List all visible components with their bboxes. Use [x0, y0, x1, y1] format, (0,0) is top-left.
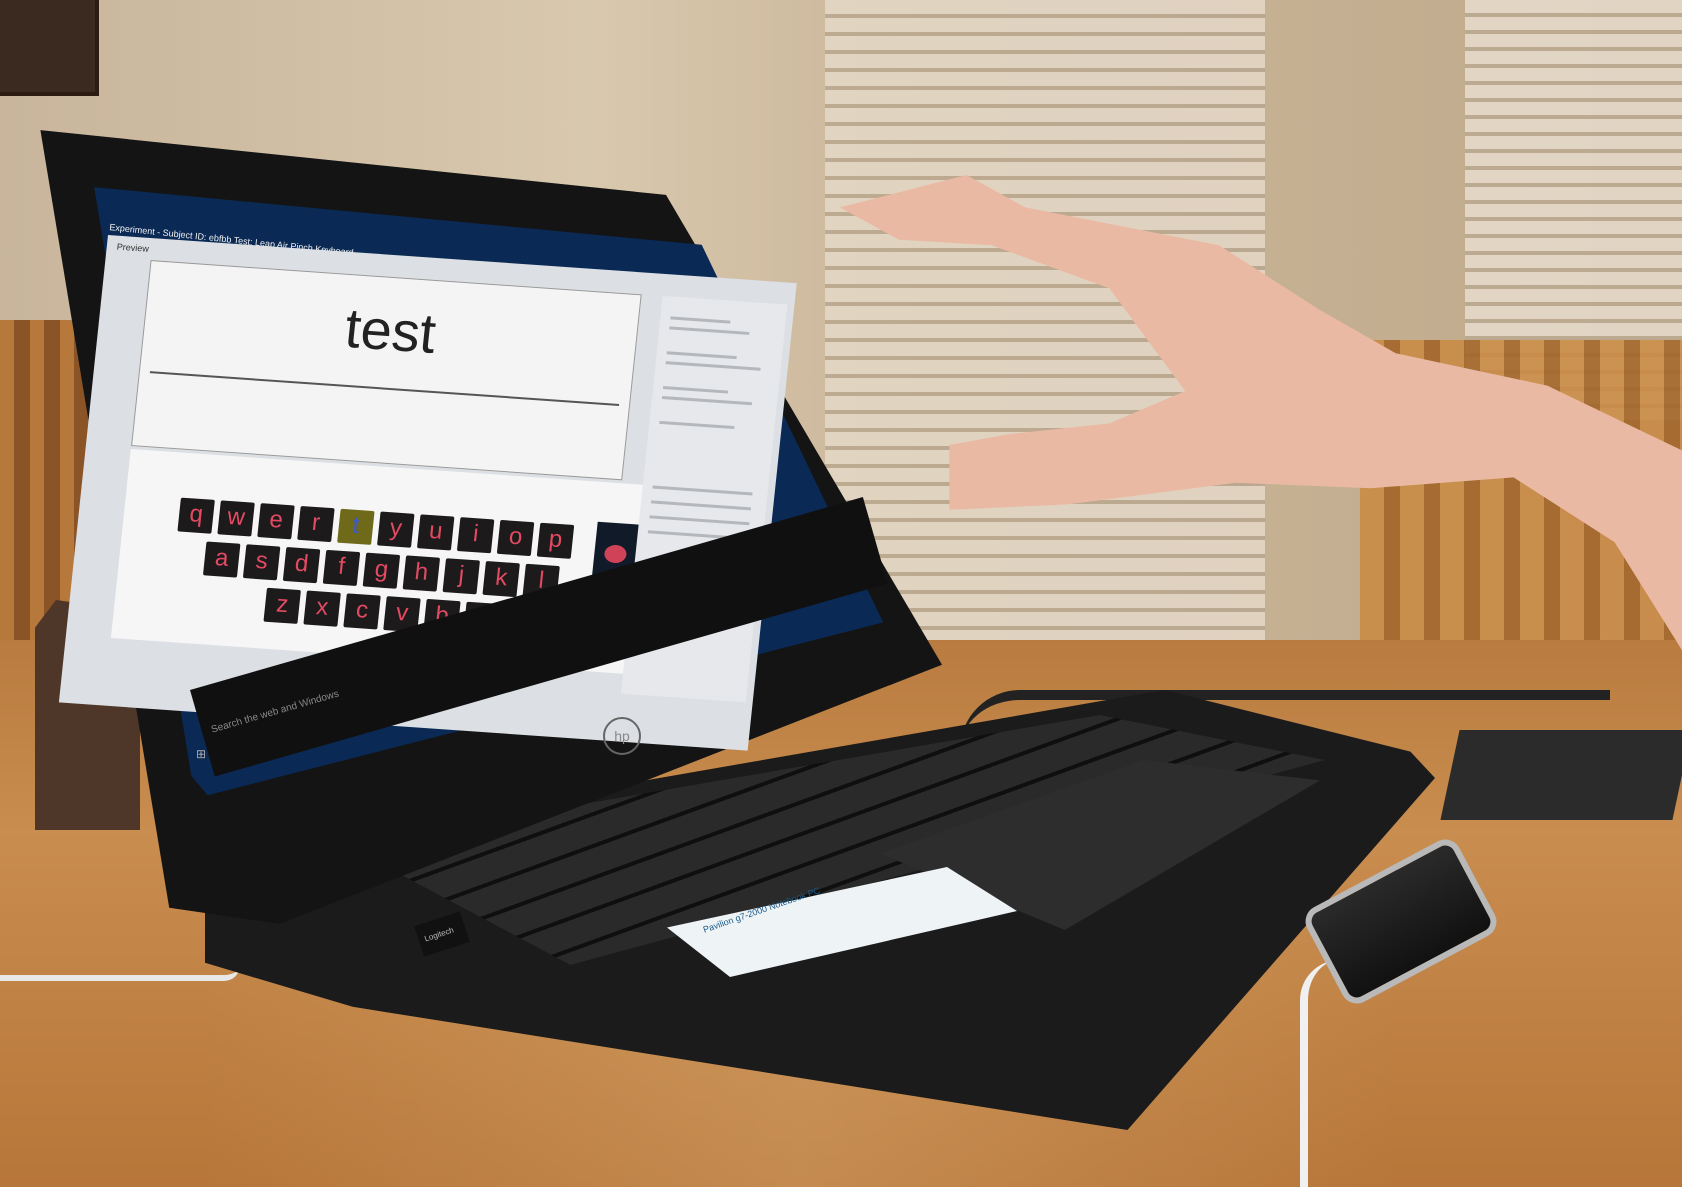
key-g[interactable]: g — [362, 552, 401, 589]
key-d[interactable]: d — [282, 547, 321, 584]
key-e[interactable]: e — [257, 503, 295, 540]
instruction-line — [669, 326, 750, 335]
key-t[interactable]: t — [337, 508, 375, 545]
instruction-line — [661, 395, 753, 406]
preview-label: Preview — [116, 241, 150, 254]
key-z[interactable]: z — [263, 587, 301, 624]
log-line — [652, 485, 753, 496]
key-u[interactable]: u — [416, 514, 455, 551]
key-a[interactable]: a — [202, 541, 241, 578]
key-i[interactable]: i — [456, 517, 495, 554]
key-p[interactable]: p — [536, 522, 575, 559]
windows-start-icon[interactable]: ⊞ — [196, 747, 210, 761]
key-x[interactable]: x — [303, 590, 341, 627]
key-f[interactable]: f — [322, 549, 361, 586]
log-line — [649, 515, 750, 526]
instruction-line — [670, 316, 731, 324]
text-display: test — [131, 260, 642, 481]
key-w[interactable]: w — [217, 500, 255, 537]
enter-key-indicator — [603, 544, 628, 564]
key-k[interactable]: k — [482, 560, 520, 598]
cable-left — [0, 965, 240, 981]
prompt-word: test — [342, 295, 439, 365]
instruction-line — [665, 361, 761, 371]
key-j[interactable]: j — [442, 558, 481, 595]
instruction-line — [659, 420, 735, 430]
key-c[interactable]: c — [343, 593, 381, 630]
key-y[interactable]: y — [377, 511, 415, 548]
key-o[interactable]: o — [496, 519, 535, 557]
picture-frame — [0, 0, 99, 96]
key-h[interactable]: h — [402, 555, 441, 592]
log-line — [650, 500, 752, 511]
instruction-line — [666, 351, 737, 360]
instruction-line — [662, 386, 729, 394]
key-r[interactable]: r — [297, 505, 335, 543]
text-divider — [149, 371, 620, 406]
key-s[interactable]: s — [242, 544, 281, 581]
mousepad — [1440, 730, 1682, 820]
hp-logo-icon: hp — [603, 717, 641, 755]
key-q[interactable]: q — [177, 497, 215, 534]
